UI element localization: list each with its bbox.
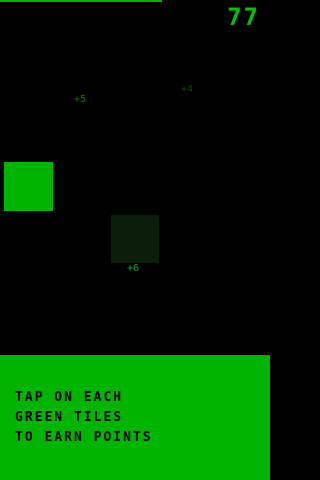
instructions-panel: TAP ON EACH GREEN TILES TO EARN POINTS <box>0 355 270 480</box>
floating-points-label: +6 <box>127 263 140 274</box>
green-tile[interactable] <box>4 162 53 211</box>
floating-points-label: +5 <box>74 94 87 105</box>
timer-bar-fill <box>0 0 162 2</box>
instruction-line: TAP ON EACH <box>15 390 124 405</box>
instructions-text: TAP ON EACH GREEN TILES TO EARN POINTS <box>15 388 153 448</box>
floating-points-label: +4 <box>181 84 194 95</box>
instruction-line: GREEN TILES <box>15 410 124 425</box>
tapped-tile <box>111 215 159 263</box>
instruction-line: TO EARN POINTS <box>15 430 153 445</box>
timer-bar <box>0 0 270 2</box>
score-display: 77 <box>227 3 260 31</box>
game-area[interactable]: 77 +5 +4 +6 <box>0 0 270 355</box>
